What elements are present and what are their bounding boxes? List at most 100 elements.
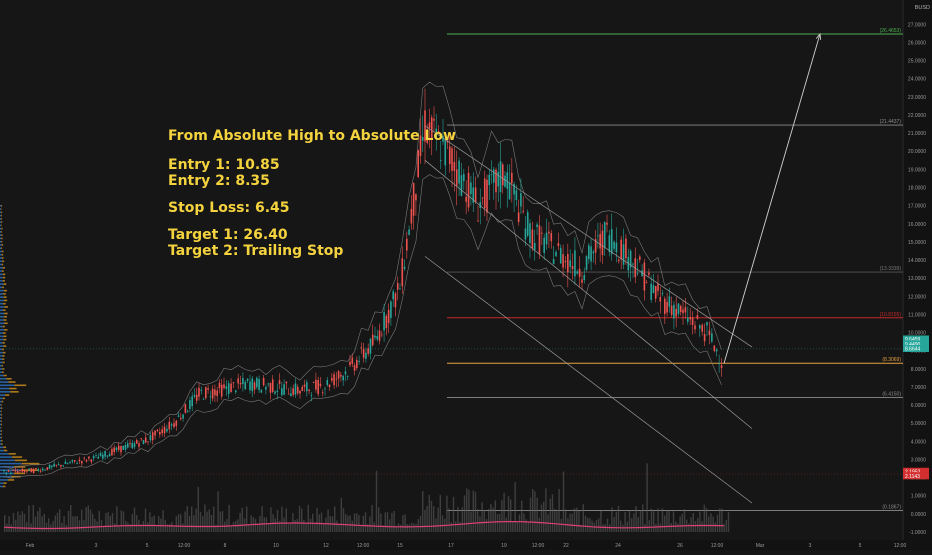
volume-bar xyxy=(672,511,675,532)
volume-profile-bar xyxy=(0,325,3,328)
volume-profile-bar xyxy=(2,286,5,289)
volume-profile-bar xyxy=(0,482,4,485)
volume-bar xyxy=(85,507,87,532)
volume-bar xyxy=(210,514,213,532)
volume-profile-bar xyxy=(0,211,2,214)
candle-body xyxy=(365,352,367,359)
candle-body xyxy=(694,325,696,330)
candle-body xyxy=(260,389,263,393)
volume-bar xyxy=(175,516,177,532)
volume-profile-bar xyxy=(0,293,4,295)
volume-bar xyxy=(15,519,17,532)
candle-body xyxy=(668,296,671,307)
volume-bar xyxy=(666,511,668,532)
candle-body xyxy=(664,298,666,314)
volume-bar xyxy=(481,502,483,532)
volume-bar xyxy=(554,508,556,532)
candle-body xyxy=(283,384,285,395)
candle-body xyxy=(53,463,55,467)
volume-bar xyxy=(435,518,437,532)
volume-profile-bar xyxy=(0,410,2,413)
volume-profile-bar xyxy=(3,446,7,449)
candle-body xyxy=(639,256,641,260)
volume-bar xyxy=(294,519,296,532)
price-chart[interactable]: BUSD-1.00000.00001.00002.00003.00004.000… xyxy=(0,0,932,550)
volume-bar xyxy=(646,463,648,532)
candle-body xyxy=(453,161,456,172)
chart-canvas[interactable]: BUSD-1.00000.00001.00002.00003.00004.000… xyxy=(0,0,932,550)
candle-body xyxy=(399,288,401,290)
candle-body xyxy=(455,169,458,186)
volume-profile-bar xyxy=(2,276,6,279)
candle-body xyxy=(44,469,46,471)
y-tick-label: -1.0000 xyxy=(909,530,926,536)
candle-body xyxy=(253,382,256,390)
volume-bar xyxy=(560,519,562,532)
volume-bar xyxy=(393,511,395,532)
volume-bar xyxy=(43,513,45,532)
candle-body xyxy=(470,182,472,195)
volume-bar xyxy=(562,471,565,532)
volume-profile-bar xyxy=(2,325,5,328)
volume-bar xyxy=(12,513,15,532)
candle-body xyxy=(335,378,338,380)
candle-body xyxy=(10,472,12,474)
candle-body xyxy=(615,242,618,253)
volume-profile-bar xyxy=(3,296,7,298)
volume-bar xyxy=(125,520,127,532)
volume-bar xyxy=(89,509,92,532)
x-tick-label: 24 xyxy=(615,543,621,549)
level-label: (10.8155) xyxy=(880,312,902,318)
candle-body xyxy=(465,196,467,202)
candle-body xyxy=(328,384,331,388)
volume-bar xyxy=(72,516,74,532)
volume-profile-bar xyxy=(0,413,2,416)
candle-body xyxy=(708,330,711,336)
y-tick-label: 20.0000 xyxy=(908,149,926,155)
volume-bar xyxy=(648,520,650,532)
candle-body xyxy=(620,239,622,260)
y-tick-label: 14.0000 xyxy=(908,258,926,264)
candle-body xyxy=(237,378,239,384)
candle-body xyxy=(200,389,203,391)
candle-body xyxy=(57,464,60,466)
volume-profile-bar xyxy=(0,404,1,406)
volume-bar xyxy=(659,523,661,532)
x-tick-label: 19 xyxy=(501,543,507,549)
volume-profile-bar xyxy=(0,345,4,347)
candle-body xyxy=(28,468,30,470)
volume-bar xyxy=(540,504,543,532)
candle-body xyxy=(675,308,677,317)
volume-bar xyxy=(347,515,349,532)
candle-body xyxy=(396,283,399,290)
volume-bar xyxy=(655,523,657,532)
volume-bar xyxy=(144,508,147,532)
candle-body xyxy=(42,468,44,471)
volume-profile-bar xyxy=(2,485,6,488)
volume-bar xyxy=(287,524,290,532)
candle-body xyxy=(315,379,317,390)
volume-profile-bar xyxy=(2,371,4,374)
candle-body xyxy=(23,470,26,473)
candle-body xyxy=(115,447,118,450)
candle-body xyxy=(14,469,17,472)
candle-body xyxy=(149,435,152,441)
candle-body xyxy=(550,233,553,242)
volume-bar xyxy=(505,517,507,532)
candle-body xyxy=(506,172,509,189)
volume-bar xyxy=(569,513,571,532)
candle-body xyxy=(517,212,520,222)
candle-body xyxy=(583,275,586,281)
volume-profile-bar xyxy=(8,381,16,383)
x-tick-label: 3 xyxy=(809,543,812,549)
volume-bar xyxy=(109,515,111,532)
volume-bar xyxy=(351,520,353,532)
x-tick-label: 15 xyxy=(397,543,403,549)
candle-body xyxy=(126,443,129,448)
volume-profile-bar xyxy=(1,413,3,416)
candle-body xyxy=(691,317,694,325)
volume-bar xyxy=(679,516,681,532)
candle-body xyxy=(308,389,310,391)
volume-bar xyxy=(307,504,309,532)
candle-body xyxy=(599,233,601,249)
